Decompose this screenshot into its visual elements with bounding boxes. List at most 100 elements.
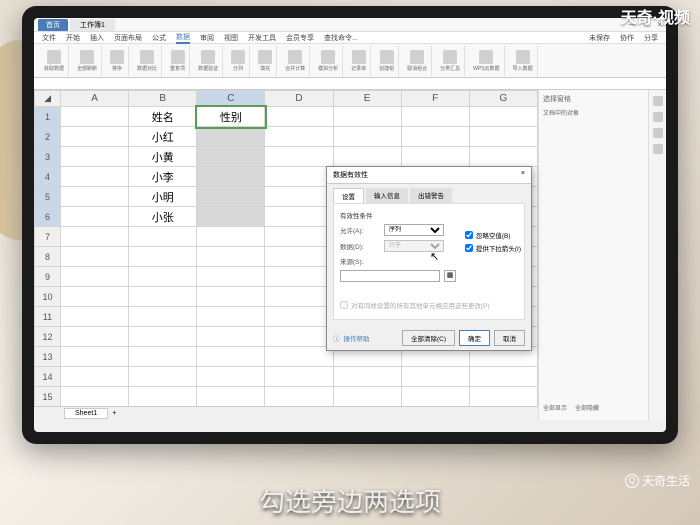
cell-F3[interactable] — [401, 147, 469, 167]
col-header-C[interactable]: C — [197, 91, 265, 107]
cell-C1[interactable]: 性别 — [197, 107, 265, 127]
cell-C8[interactable] — [197, 247, 265, 267]
cell-C5[interactable] — [197, 187, 265, 207]
cell-B13[interactable] — [129, 347, 197, 367]
cell-B3[interactable]: 小黄 — [129, 147, 197, 167]
row-header-8[interactable]: 8 — [35, 247, 61, 267]
data-select[interactable]: 介于 — [384, 240, 444, 252]
cell-B10[interactable] — [129, 287, 197, 307]
ribbon-全部刷新[interactable]: 全部刷新 — [73, 46, 102, 76]
allow-select[interactable]: 序列 — [384, 224, 444, 236]
cell-C13[interactable] — [197, 347, 265, 367]
dialog-close-icon[interactable]: × — [521, 170, 525, 180]
ribbon-取消组合[interactable]: 取消组合 — [403, 46, 432, 76]
menu-layout[interactable]: 页面布局 — [114, 33, 142, 43]
help-link[interactable]: 操作帮助 — [344, 333, 370, 343]
ignore-blank-checkbox[interactable] — [465, 231, 473, 239]
ribbon-模拟分析[interactable]: 模拟分析 — [314, 46, 343, 76]
menu-data[interactable]: 数据 — [176, 32, 190, 44]
cell-B14[interactable] — [129, 367, 197, 387]
cell-E14[interactable] — [333, 367, 401, 387]
cell-D15[interactable] — [265, 387, 333, 407]
share-button[interactable]: 分享 — [644, 33, 658, 43]
cancel-button[interactable]: 取消 — [494, 330, 525, 346]
row-header-13[interactable]: 13 — [35, 347, 61, 367]
cell-A14[interactable] — [61, 367, 129, 387]
hide-all-link[interactable]: 全部隐藏 — [575, 403, 599, 412]
formula-bar[interactable] — [34, 78, 666, 90]
row-header-1[interactable]: 1 — [35, 107, 61, 127]
cell-A15[interactable] — [61, 387, 129, 407]
cell-D11[interactable] — [265, 307, 333, 327]
cell-C3[interactable] — [197, 147, 265, 167]
ribbon-合并计算[interactable]: 合并计算 — [281, 46, 310, 76]
cell-D3[interactable] — [265, 147, 333, 167]
cell-D14[interactable] — [265, 367, 333, 387]
cell-F2[interactable] — [401, 127, 469, 147]
side-icon-2[interactable] — [653, 112, 663, 122]
ribbon-重复项[interactable]: 重复项 — [166, 46, 190, 76]
cell-C7[interactable] — [197, 227, 265, 247]
cell-A13[interactable] — [61, 347, 129, 367]
menu-vip[interactable]: 会员专享 — [286, 33, 314, 43]
cell-A1[interactable] — [61, 107, 129, 127]
cell-D10[interactable] — [265, 287, 333, 307]
cell-D1[interactable] — [265, 107, 333, 127]
add-sheet-icon[interactable]: + — [112, 410, 116, 417]
tab-document[interactable]: 工作簿1 — [70, 19, 115, 31]
row-header-11[interactable]: 11 — [35, 307, 61, 327]
ribbon-WPS云数据[interactable]: WPS云数据 — [469, 46, 504, 76]
col-header-G[interactable]: G — [469, 91, 537, 107]
cell-A2[interactable] — [61, 127, 129, 147]
cell-D9[interactable] — [265, 267, 333, 287]
cell-B4[interactable]: 小李 — [129, 167, 197, 187]
clear-all-button[interactable]: 全部清除(C) — [402, 330, 455, 346]
cell-A8[interactable] — [61, 247, 129, 267]
row-header-3[interactable]: 3 — [35, 147, 61, 167]
col-header-E[interactable]: E — [333, 91, 401, 107]
row-header-12[interactable]: 12 — [35, 327, 61, 347]
menu-file[interactable]: 文件 — [42, 33, 56, 43]
dialog-tab-input[interactable]: 输入信息 — [366, 188, 408, 203]
cell-G15[interactable] — [469, 387, 537, 407]
cell-A11[interactable] — [61, 307, 129, 327]
cell-A7[interactable] — [61, 227, 129, 247]
cell-D8[interactable] — [265, 247, 333, 267]
cell-G1[interactable] — [469, 107, 537, 127]
cell-C15[interactable] — [197, 387, 265, 407]
cell-A6[interactable] — [61, 207, 129, 227]
collab-button[interactable]: 协作 — [620, 33, 634, 43]
cell-D6[interactable] — [265, 207, 333, 227]
menu-review[interactable]: 审阅 — [200, 33, 214, 43]
row-header-7[interactable]: 7 — [35, 227, 61, 247]
col-header-D[interactable]: D — [265, 91, 333, 107]
side-icon-1[interactable] — [653, 96, 663, 106]
menu-dev[interactable]: 开发工具 — [248, 33, 276, 43]
cell-B1[interactable]: 姓名 — [129, 107, 197, 127]
ribbon-数据验证[interactable]: 数据验证 — [194, 46, 223, 76]
dialog-tab-settings[interactable]: 设置 — [333, 188, 364, 203]
col-header-A[interactable]: A — [61, 91, 129, 107]
help-icon[interactable]: ⓘ — [333, 333, 340, 343]
ribbon-分类汇总[interactable]: 分类汇总 — [436, 46, 465, 76]
row-header-10[interactable]: 10 — [35, 287, 61, 307]
ribbon-记录单[interactable]: 记录单 — [347, 46, 371, 76]
row-header-9[interactable]: 9 — [35, 267, 61, 287]
cell-D5[interactable] — [265, 187, 333, 207]
ribbon-填充[interactable]: 填充 — [254, 46, 277, 76]
ribbon-数据对比[interactable]: 数据对比 — [133, 46, 162, 76]
ribbon-分列[interactable]: 分列 — [227, 46, 250, 76]
range-picker-icon[interactable]: ▦ — [444, 270, 456, 282]
cell-D13[interactable] — [265, 347, 333, 367]
ribbon-创建组[interactable]: 创建组 — [375, 46, 399, 76]
cell-B11[interactable] — [129, 307, 197, 327]
menu-search[interactable]: 查找命令... — [324, 33, 358, 43]
cell-G2[interactable] — [469, 127, 537, 147]
menu-view[interactable]: 视图 — [224, 33, 238, 43]
sheet-tab-1[interactable]: Sheet1 — [64, 408, 108, 419]
cell-B9[interactable] — [129, 267, 197, 287]
col-header-B[interactable]: B — [129, 91, 197, 107]
cell-F1[interactable] — [401, 107, 469, 127]
cell-F15[interactable] — [401, 387, 469, 407]
row-header-4[interactable]: 4 — [35, 167, 61, 187]
